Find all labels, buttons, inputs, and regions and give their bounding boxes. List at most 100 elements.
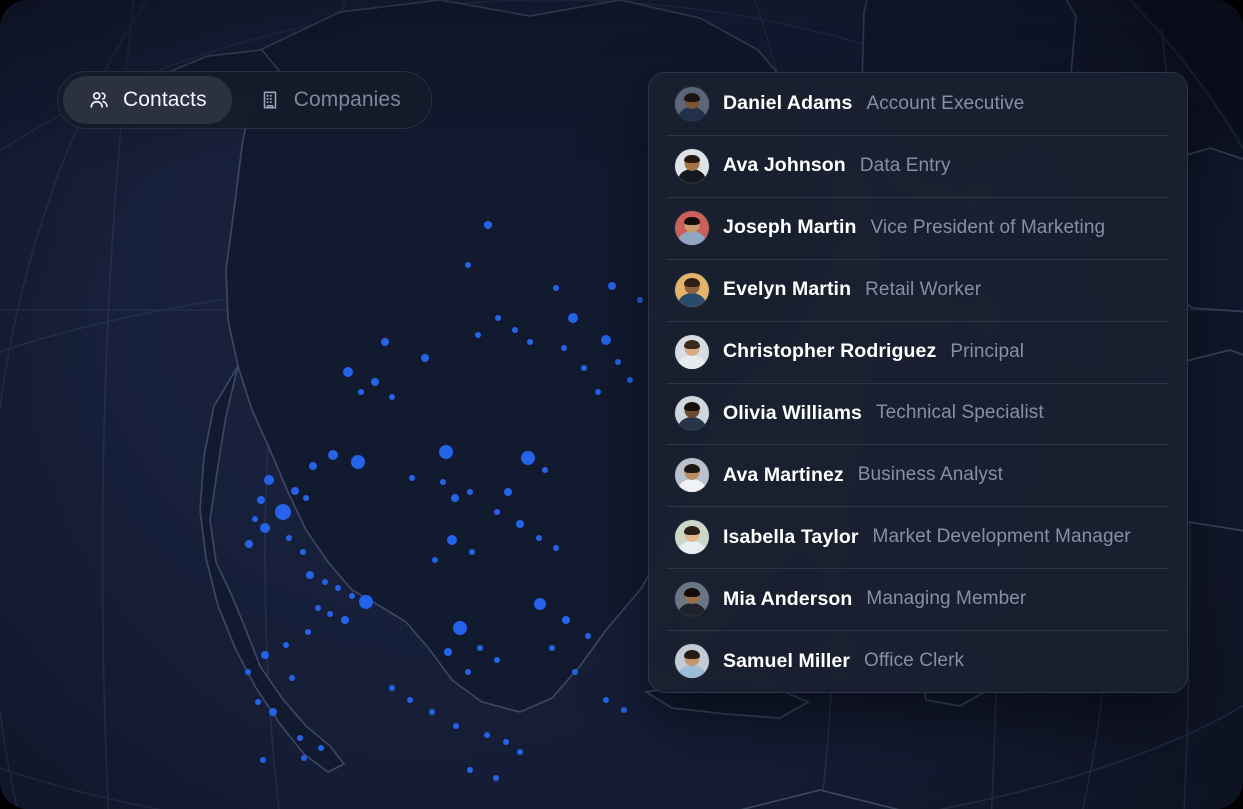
map-data-point (291, 487, 299, 495)
map-data-point (465, 669, 471, 675)
map-data-point (475, 332, 481, 338)
map-data-point (300, 549, 306, 555)
map-data-point (275, 504, 291, 520)
contact-name: Joseph Martin (723, 216, 857, 239)
avatar-christopher-rodriguez (675, 334, 709, 369)
map-data-point (637, 297, 643, 303)
map-data-point (512, 327, 518, 333)
contact-row[interactable]: Joseph Martin Vice President of Marketing (649, 196, 1187, 259)
app-window: Contacts Companies Daniel Adams Account … (0, 0, 1243, 809)
map-data-point (261, 651, 269, 659)
map-data-point (245, 669, 251, 675)
contact-row[interactable]: Isabella Taylor Market Development Manage… (649, 506, 1187, 568)
map-data-point (603, 697, 609, 703)
map-data-point (453, 621, 467, 635)
map-data-point (484, 221, 492, 229)
contact-row[interactable]: Ava Johnson Data Entry (649, 134, 1187, 197)
contact-row[interactable]: Evelyn Martin Retail Worker (649, 258, 1187, 321)
contact-job-title: Business Analyst (857, 464, 1003, 486)
map-data-point (389, 394, 395, 400)
map-data-point (315, 605, 321, 611)
map-data-point (421, 354, 429, 362)
avatar-hair (684, 402, 700, 412)
avatar-ava-johnson (675, 148, 709, 183)
avatar-joseph-martin (675, 210, 709, 245)
contact-row[interactable]: Daniel Adams Account Executive (649, 73, 1187, 135)
map-data-point (359, 595, 373, 609)
map-data-point (297, 735, 303, 741)
map-data-point (260, 523, 270, 533)
map-data-point (409, 475, 415, 481)
map-data-point (451, 494, 459, 502)
map-data-point (504, 488, 512, 496)
tab-contacts-label: Contacts (123, 88, 207, 111)
contact-job-title: Principal (950, 340, 1025, 362)
map-data-point (439, 445, 453, 459)
map-data-point (453, 723, 459, 729)
map-data-point (429, 709, 435, 715)
map-data-point (608, 282, 616, 290)
map-data-point (260, 757, 266, 763)
users-icon (88, 89, 110, 111)
tab-companies[interactable]: Companies (234, 76, 426, 124)
avatar-hair (684, 340, 700, 350)
map-data-point (349, 593, 355, 599)
contact-row[interactable]: Christopher Rodriguez Principal (649, 320, 1187, 383)
map-data-point (335, 585, 341, 591)
avatar-hair (684, 92, 700, 102)
map-data-point (562, 616, 570, 624)
map-data-point (585, 633, 591, 639)
map-data-point (283, 642, 289, 648)
map-data-point (305, 629, 311, 635)
avatar-hair (684, 464, 700, 473)
contact-row[interactable]: Ava Martinez Business Analyst (649, 444, 1187, 506)
contact-name: Olivia Williams (723, 401, 862, 424)
contact-name: Daniel Adams (723, 92, 853, 115)
map-data-point (516, 520, 524, 528)
map-data-point (536, 535, 542, 541)
map-data-point (615, 359, 621, 365)
contact-job-title: Market Development Manager (872, 526, 1131, 548)
map-data-point (264, 475, 274, 485)
map-data-point (494, 657, 500, 663)
map-data-point (328, 450, 338, 460)
contact-row[interactable]: Samuel Miller Office Clerk (649, 630, 1187, 692)
tab-contacts[interactable]: Contacts (63, 76, 232, 124)
map-data-point (601, 335, 611, 345)
map-data-point (581, 365, 587, 371)
avatar-daniel-adams (675, 86, 709, 121)
contact-job-title: Vice President of Marketing (870, 216, 1106, 238)
map-data-point (467, 767, 473, 773)
map-data-point (553, 545, 559, 551)
avatar-hair (684, 278, 700, 288)
entity-tab-switcher[interactable]: Contacts Companies (57, 71, 432, 129)
map-data-point (343, 367, 353, 377)
avatar-ava-martinez (675, 458, 709, 493)
contact-name: Evelyn Martin (723, 278, 852, 301)
map-data-point (595, 389, 601, 395)
map-data-point (494, 509, 500, 515)
contact-row[interactable]: Olivia Williams Technical Specialist (649, 382, 1187, 445)
avatar-isabella-taylor (675, 520, 709, 555)
map-data-point (289, 675, 295, 681)
map-data-point (322, 579, 328, 585)
tab-companies-label: Companies (293, 88, 401, 111)
map-data-point (371, 378, 379, 386)
avatar-samuel-miller (675, 644, 709, 679)
contact-name: Isabella Taylor (723, 525, 859, 548)
contact-name: Ava Johnson (723, 154, 846, 177)
map-data-point (484, 732, 490, 738)
map-data-point (301, 755, 307, 761)
map-data-point (440, 479, 446, 485)
map-data-point (306, 571, 314, 579)
avatar-hair (684, 154, 700, 164)
contacts-list-panel: Daniel Adams Account Executive Ava Johnson… (648, 72, 1188, 693)
contact-row[interactable]: Mia Anderson Managing Member (649, 568, 1187, 630)
contact-job-title: Retail Worker (865, 278, 982, 300)
map-data-point (503, 739, 509, 745)
map-data-point (572, 669, 578, 675)
map-data-point (381, 338, 389, 346)
map-data-point (444, 648, 452, 656)
map-data-point (303, 495, 309, 501)
avatar-hair (684, 216, 700, 226)
